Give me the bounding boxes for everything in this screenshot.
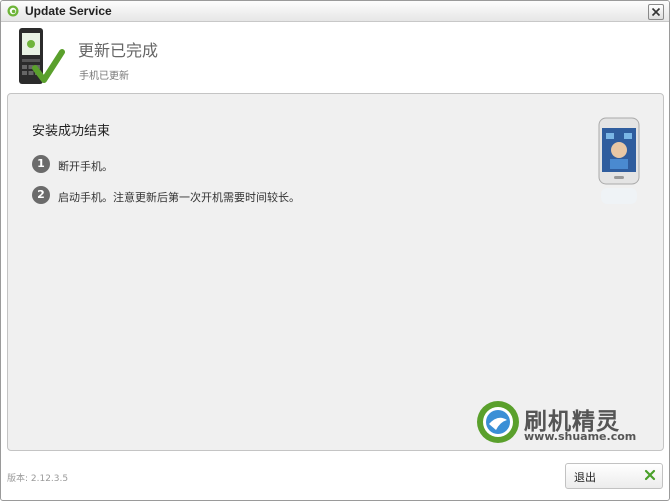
watermark-url: www.shuame.com (524, 430, 637, 443)
header: 更新已完成 手机已更新 (1, 22, 669, 92)
content-panel: 安装成功结束 1 断开手机。 2 启动手机。注意更新后第一次开机需要时间较长。 (7, 93, 664, 451)
smartphone-icon (598, 117, 640, 204)
step-number-badge: 2 (32, 186, 50, 204)
step-text: 启动手机。注意更新后第一次开机需要时间较长。 (58, 191, 300, 204)
window-title: Update Service (25, 4, 112, 18)
phone-checkmark-icon (19, 28, 65, 84)
watermark: 刷机精灵 www.shuame.com (476, 400, 636, 446)
step-number-badge: 1 (32, 155, 50, 173)
header-subtitle: 手机已更新 (79, 71, 129, 82)
exit-button-label: 退出 (574, 471, 596, 484)
close-icon (651, 7, 661, 17)
close-button[interactable] (648, 4, 664, 20)
title-bar[interactable]: Update Service (1, 1, 669, 22)
step-text: 断开手机。 (58, 160, 113, 173)
shuame-logo-icon (477, 401, 519, 443)
app-window: Update Service 更新已完成 手机已更新 安装成功结束 1 断开手机… (0, 0, 670, 501)
header-title: 更新已完成 (78, 41, 159, 60)
exit-button[interactable]: 退出 (565, 463, 663, 489)
version-label: 版本: 2.12.3.5 (7, 474, 69, 484)
panel-title: 安装成功结束 (32, 124, 111, 139)
app-logo-icon (7, 5, 19, 17)
close-x-icon (644, 469, 656, 481)
